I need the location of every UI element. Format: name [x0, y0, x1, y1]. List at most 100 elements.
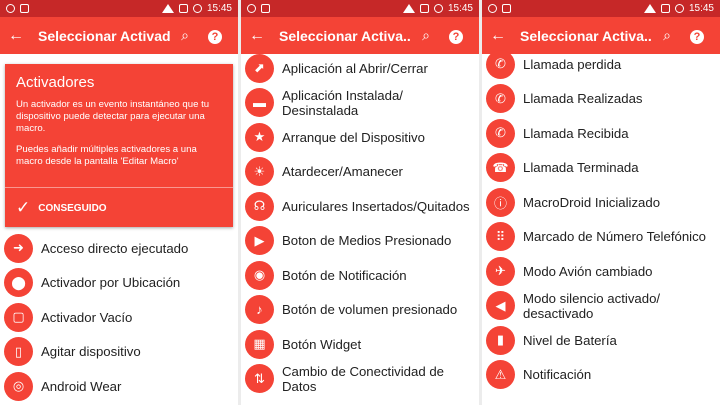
app-bar: ← Seleccionar Activa... ⌕ ? [241, 17, 479, 54]
trigger-item[interactable]: ★ Arranque del Dispositivo [241, 120, 479, 155]
notification-button-icon: ◉ [245, 260, 274, 290]
trigger-item[interactable]: ▢ Activador Vacío [0, 300, 238, 335]
trigger-item[interactable]: ◉ Botón de Notificación [241, 258, 479, 293]
trigger-item[interactable]: ◀ Modo silencio activado/ desactivado [482, 289, 720, 324]
warning-icon: ⚠ [486, 360, 515, 390]
info-card: Activadores Un activador es un evento in… [5, 64, 233, 227]
outgoing-call-icon: ✆ [486, 84, 515, 114]
trigger-item[interactable]: ✆ Llamada Recibida [482, 116, 720, 151]
headphones-icon: ☊ [245, 191, 274, 221]
wifi-icon [402, 4, 415, 13]
trigger-item[interactable]: ▶ Boton de Medios Presionado [241, 224, 479, 259]
call-end-icon: ☎ [486, 153, 515, 183]
trigger-label: Notificación [523, 367, 592, 383]
trigger-label: Llamada perdida [523, 56, 622, 72]
clock: 15:45 [447, 3, 473, 14]
gallery-icon [502, 4, 511, 13]
watch-icon: ◎ [4, 371, 33, 401]
trigger-item[interactable]: ⓘ MacroDroid Inicializado [482, 185, 720, 220]
panel-triggers-1: 15:45 ← Seleccionar Activadores ⌕ ? Acti… [0, 0, 238, 405]
trigger-item[interactable]: ▦ Botón Widget [241, 327, 479, 362]
trigger-label: Llamada Recibida [523, 125, 629, 141]
missed-call-icon: ✆ [486, 49, 515, 79]
trigger-list: ⬈ Aplicación al Abrir/Cerrar ▬ Aplicación I… [241, 51, 479, 396]
incoming-call-icon: ✆ [486, 118, 515, 148]
battery-ring-icon [674, 4, 684, 13]
sun-icon: ☀ [245, 157, 274, 187]
trigger-label: Nivel de Batería [523, 332, 617, 348]
help-icon: ? [690, 30, 704, 44]
trigger-item[interactable]: ☊ Auriculares Insertados/Quitados [241, 189, 479, 224]
help-button[interactable]: ? [441, 27, 471, 44]
mute-icon: ◀ [486, 291, 515, 321]
page-title: Seleccionar Activa... [520, 27, 652, 44]
trigger-item[interactable]: ⠿ Marcado de Número Telefónico [482, 220, 720, 255]
trigger-label: Botón de Notificación [282, 267, 407, 283]
trigger-item[interactable]: ⬈ Aplicación al Abrir/Cerrar [241, 51, 479, 86]
search-icon[interactable]: ⌕ [170, 27, 200, 44]
signal-icon [178, 4, 188, 13]
back-arrow-icon[interactable]: ← [249, 27, 271, 45]
star-icon: ★ [245, 122, 274, 152]
trigger-item[interactable]: ✆ Llamada perdida [482, 47, 720, 82]
trigger-item[interactable]: ➜ Acceso directo ejecutado [0, 231, 238, 266]
trigger-label: Llamada Realizadas [523, 91, 643, 107]
trigger-label: Atardecer/Amanecer [282, 164, 403, 180]
back-arrow-icon[interactable]: ← [490, 27, 512, 45]
settings-icon [488, 4, 497, 13]
trigger-item[interactable]: ☎ Llamada Terminada [482, 151, 720, 186]
trigger-item[interactable]: ◎ Android Wear [0, 369, 238, 404]
back-arrow-icon[interactable]: ← [8, 27, 30, 45]
battery-ring-icon [433, 4, 443, 13]
trigger-item[interactable]: ⬤ Activador por Ubicación [0, 266, 238, 301]
trigger-item[interactable]: ✈ Modo Avión cambiado [482, 254, 720, 289]
panel-triggers-3: 15:45 ← Seleccionar Activa... ⌕ ? ✆ Llama… [482, 0, 720, 405]
battery-icon: ▮ [486, 325, 515, 355]
check-icon: ✓ [16, 198, 31, 217]
status-bar: 15:45 [241, 0, 479, 17]
trigger-item[interactable]: ☀ Atardecer/Amanecer [241, 155, 479, 190]
clock: 15:45 [206, 3, 232, 14]
trigger-item[interactable]: ▯ Agitar dispositivo [0, 335, 238, 370]
trigger-item[interactable]: ▮ Nivel de Batería [482, 323, 720, 358]
trigger-label: Aplicación al Abrir/Cerrar [282, 60, 428, 76]
trigger-label: MacroDroid Inicializado [523, 194, 661, 210]
dialpad-icon: ⠿ [486, 222, 515, 252]
card-heading: Activadores [16, 74, 95, 91]
app-bar: ← Seleccionar Activadores ⌕ ? [0, 17, 238, 54]
clock: 15:45 [688, 3, 714, 14]
trigger-label: Marcado de Número Telefónico [523, 229, 707, 245]
got-it-button[interactable]: ✓ CONSEGUIDO [16, 198, 107, 218]
trigger-item[interactable]: ▬ Aplicación Instalada/ Desinstalada [241, 86, 479, 121]
volume-icon: ♪ [245, 295, 274, 325]
got-it-label: CONSEGUIDO [38, 202, 107, 214]
settings-icon [247, 4, 256, 13]
help-button[interactable]: ? [200, 27, 230, 44]
card-divider [5, 187, 233, 188]
trigger-label: Android Wear [41, 378, 122, 394]
trigger-list: ✆ Llamada perdida ✆ Llamada Realizadas ✆ Llam… [482, 47, 720, 392]
signal-icon [660, 4, 670, 13]
settings-icon [6, 4, 15, 13]
status-bar: 15:45 [482, 0, 720, 17]
shake-phone-icon: ▯ [4, 337, 33, 367]
status-bar: 15:45 [0, 0, 238, 17]
trigger-label: Acceso directo ejecutado [41, 240, 189, 256]
search-icon[interactable]: ⌕ [652, 27, 682, 44]
trigger-item[interactable]: ✆ Llamada Realizadas [482, 82, 720, 117]
trigger-label: Modo Avión cambiado [523, 263, 653, 279]
help-button[interactable]: ? [682, 27, 712, 44]
trigger-label: Activador Vacío [41, 309, 133, 325]
trigger-label: Auriculares Insertados/Quitados [282, 198, 470, 214]
empty-square-icon: ▢ [4, 302, 33, 332]
signal-icon [419, 4, 429, 13]
trigger-label: Llamada Terminada [523, 160, 639, 176]
trigger-item[interactable]: ♪ Botón de volumen presionado [241, 293, 479, 328]
location-pin-icon: ⬤ [4, 268, 33, 298]
help-icon: ? [208, 30, 222, 44]
search-icon[interactable]: ⌕ [411, 27, 441, 44]
trigger-label: Arranque del Dispositivo [282, 129, 425, 145]
trigger-item[interactable]: ⇅ Cambio de Conectividad de Datos [241, 362, 479, 397]
trigger-item[interactable]: ⚠ Notificación [482, 358, 720, 393]
play-icon: ▶ [245, 226, 274, 256]
